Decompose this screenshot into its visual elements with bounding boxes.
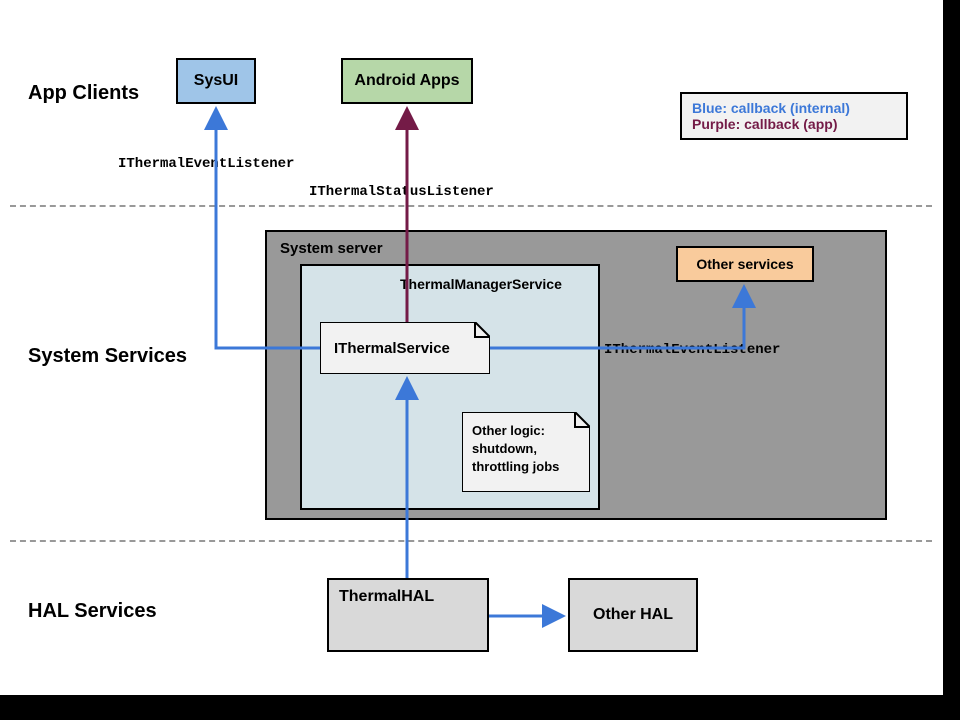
legend-box: Blue: callback (internal) Purple: callba… (680, 92, 908, 140)
box-sysui: SysUI (176, 58, 256, 104)
box-ithermal-service: IThermalService (320, 322, 490, 374)
label-thermal-manager-service: ThermalManagerService (400, 276, 562, 292)
label-other-hal: Other HAL (593, 606, 673, 624)
label-system-server: System server (280, 240, 383, 257)
label-other-logic-l2: shutdown, (472, 440, 559, 458)
box-other-services: Other services (676, 246, 814, 282)
label-other-logic-l3: throttling jobs (472, 458, 559, 476)
label-other-services: Other services (696, 256, 793, 272)
section-label-hal-services: HAL Services (28, 600, 157, 623)
box-thermal-hal: ThermalHAL (327, 578, 489, 652)
box-sysui-label: SysUI (194, 72, 238, 90)
label-thermal-hal: ThermalHAL (339, 588, 434, 606)
box-other-logic: Other logic: shutdown, throttling jobs (462, 412, 590, 492)
section-label-app-clients: App Clients (28, 82, 139, 105)
box-other-hal: Other HAL (568, 578, 698, 652)
divider-2 (10, 540, 932, 542)
box-android-apps: Android Apps (341, 58, 473, 104)
label-ithermal-service: IThermalService (334, 340, 450, 357)
label-other-logic-l1: Other logic: (472, 422, 559, 440)
section-label-system-services: System Services (28, 345, 187, 368)
label-ithermal-status-listener: IThermalStatusListener (309, 184, 494, 200)
diagram-canvas: App Clients System Services HAL Services… (0, 0, 943, 695)
label-ithermal-event-listener-left: IThermalEventListener (118, 156, 294, 172)
divider-1 (10, 205, 932, 207)
legend-purple: Purple: callback (app) (692, 116, 896, 132)
legend-blue: Blue: callback (internal) (692, 100, 896, 116)
box-android-apps-label: Android Apps (354, 72, 459, 90)
label-ithermal-event-listener-right: IThermalEventListener (604, 342, 780, 358)
